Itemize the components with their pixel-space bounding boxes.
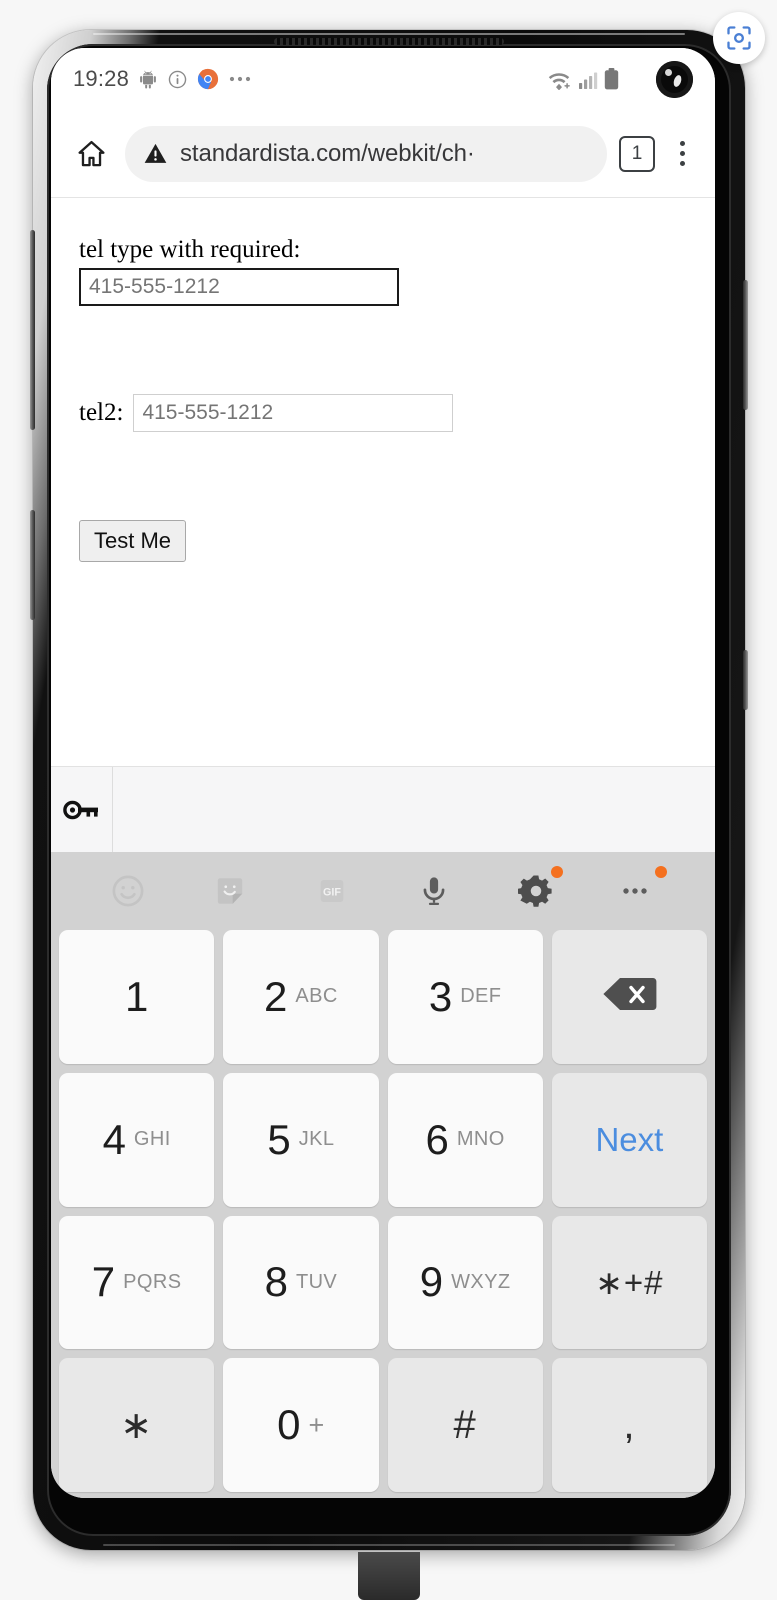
key-3-digit: 3 (428, 972, 453, 1020)
numeric-keyboard: GIF 1 2 ABC 3 DEF 4 GHI 5 JKL 6 MNO Next… (51, 852, 715, 1498)
key-7-letters: PQRS (123, 1270, 182, 1293)
key-backspace[interactable] (551, 930, 707, 1064)
key-9-digit: 9 (419, 1258, 444, 1306)
power-button[interactable] (30, 510, 35, 620)
key-asterisk[interactable]: ∗ (59, 1358, 215, 1492)
key-2-digit: 2 (264, 972, 288, 1020)
key-5-digit: 5 (267, 1115, 291, 1163)
gif-icon[interactable]: GIF (309, 868, 355, 914)
key-comma[interactable]: , (551, 1358, 707, 1492)
keyboard-settings-icon[interactable] (513, 866, 563, 914)
key-5-letters: JKL (298, 1128, 335, 1151)
more-badge (655, 866, 667, 878)
overflow-menu-icon[interactable] (667, 141, 697, 166)
key-6-letters: MNO (456, 1128, 505, 1151)
key-9-letters: WXYZ (451, 1270, 511, 1293)
phone-screen: 19:28 standardista.com/webkit/ch· 1 tel … (51, 48, 715, 1498)
android-robot-icon (138, 69, 158, 89)
key-6[interactable]: 6 MNO (387, 1072, 543, 1207)
screenshot-scan-icon[interactable] (713, 12, 765, 64)
key-4[interactable]: 4 GHI (59, 1072, 215, 1207)
key-5[interactable]: 5 JKL (223, 1072, 379, 1207)
side-key-button[interactable] (743, 280, 748, 410)
keypad: 1 2 ABC 3 DEF 4 GHI 5 JKL 6 MNO Next 7 P… (51, 930, 715, 1498)
key-1[interactable]: 1 (59, 930, 215, 1064)
omnibox[interactable]: standardista.com/webkit/ch· (125, 125, 607, 182)
autofill-suggestion-bar (51, 766, 715, 852)
tel2-label: tel2: (79, 399, 124, 426)
frame-highlight (93, 33, 685, 35)
key-4-digit: 4 (102, 1115, 126, 1163)
tab-counter-button[interactable]: 1 (619, 135, 655, 172)
sticker-icon[interactable] (207, 868, 253, 914)
settings-badge (551, 866, 563, 878)
tel1-input[interactable] (79, 268, 399, 306)
info-circle-icon (167, 69, 188, 90)
key-8-digit: 8 (264, 1258, 288, 1306)
status-bar: 19:28 (51, 48, 715, 110)
status-bar-right (546, 68, 619, 90)
status-bar-left: 19:28 (73, 66, 254, 92)
front-camera (656, 61, 693, 98)
status-clock: 19:28 (73, 66, 130, 91)
key-comma-label: , (623, 1402, 636, 1447)
key-7[interactable]: 7 PQRS (59, 1215, 215, 1350)
keyboard-more-icon[interactable] (615, 866, 667, 914)
key-next[interactable]: Next (551, 1072, 707, 1207)
chrome-icon (197, 68, 219, 90)
key-0[interactable]: 0 + (223, 1358, 379, 1492)
key-0-digit: 0 (277, 1401, 301, 1449)
key-hash[interactable]: # (387, 1358, 543, 1492)
key-8-letters: TUV (295, 1270, 338, 1293)
key-star-plus-hash[interactable]: ∗+# (551, 1215, 707, 1350)
password-key-icon[interactable] (51, 767, 113, 852)
phone-frame: 19:28 standardista.com/webkit/ch· 1 tel … (30, 30, 748, 1550)
web-page-content: tel type with required: tel2: Test Me (51, 198, 715, 766)
key-3[interactable]: 3 DEF (387, 930, 543, 1064)
tel2-field-row: tel2: (79, 394, 687, 432)
key-hash-label: # (453, 1402, 477, 1447)
cellular-signal-icon (578, 70, 598, 90)
key-7-digit: 7 (91, 1258, 116, 1306)
key-3-letters: DEF (460, 985, 502, 1008)
frame-highlight-bottom (103, 1544, 675, 1546)
key-star-plus-hash-label: ∗+# (595, 1263, 664, 1301)
side-key-lower-button[interactable] (743, 650, 748, 710)
home-icon[interactable] (69, 138, 113, 169)
key-0-plus: + (308, 1409, 325, 1440)
more-notifications-icon (228, 75, 254, 83)
key-8[interactable]: 8 TUV (223, 1215, 379, 1350)
key-9[interactable]: 9 WXYZ (387, 1215, 543, 1350)
test-me-button[interactable]: Test Me (79, 520, 187, 562)
autofill-suggestions-area[interactable] (113, 767, 715, 852)
keyboard-toolbar: GIF (51, 852, 715, 930)
key-4-letters: GHI (133, 1128, 171, 1151)
omnibox-url-text: standardista.com/webkit/ch· (180, 139, 475, 167)
phone-stand-nub (357, 1552, 420, 1600)
browser-toolbar: standardista.com/webkit/ch· 1 (51, 110, 715, 198)
key-2[interactable]: 2 ABC (223, 930, 379, 1064)
battery-icon (604, 68, 619, 90)
key-2-letters: ABC (295, 985, 338, 1008)
key-asterisk-label: ∗ (120, 1404, 154, 1447)
volume-button[interactable] (30, 230, 35, 430)
not-secure-warning-icon (143, 141, 168, 166)
tab-count-label: 1 (631, 142, 643, 164)
backspace-icon (601, 975, 657, 1018)
svg-text:GIF: GIF (323, 886, 341, 898)
tel2-input[interactable] (133, 394, 454, 432)
key-next-label: Next (595, 1120, 664, 1158)
wifi-icon (546, 68, 572, 90)
microphone-icon[interactable] (411, 868, 457, 914)
key-6-digit: 6 (425, 1115, 449, 1163)
tel1-label: tel type with required: (79, 236, 301, 263)
emoji-icon[interactable] (105, 868, 151, 914)
earpiece-speaker (274, 38, 504, 45)
key-1-digit: 1 (124, 972, 149, 1020)
